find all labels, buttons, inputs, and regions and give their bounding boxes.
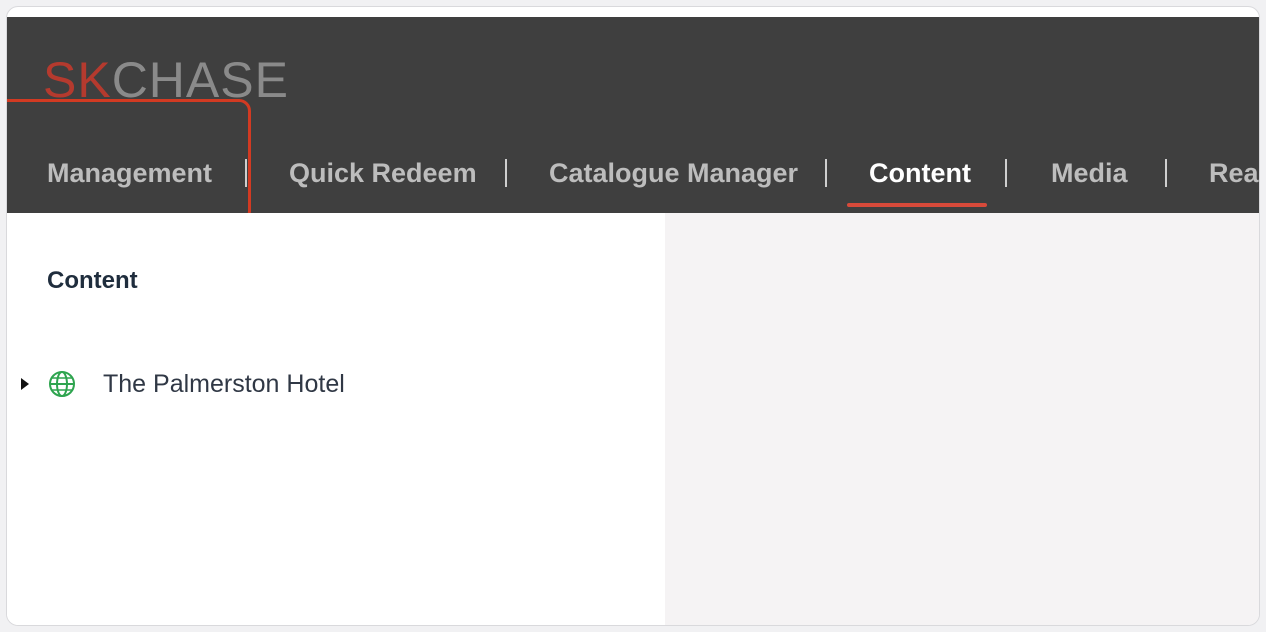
- active-tab-indicator: [847, 203, 987, 207]
- panel-title: Content: [47, 267, 138, 294]
- nav-item-real[interactable]: Real: [1209, 135, 1259, 211]
- app-window: SKCHASE Management Quick Redeem Catalogu…: [6, 6, 1260, 626]
- nav-item-media[interactable]: Media: [1051, 135, 1128, 211]
- nav-item-quick-redeem[interactable]: Quick Redeem: [289, 135, 477, 211]
- globe-icon: [49, 371, 75, 397]
- tree-node-label[interactable]: The Palmerston Hotel: [103, 370, 345, 399]
- nav-separator: [505, 159, 507, 187]
- nav-item-catalogue-manager[interactable]: Catalogue Manager: [549, 135, 798, 211]
- nav-separator: [1165, 159, 1167, 187]
- content-tree-panel: Content The Palmerston Hotel: [7, 213, 665, 625]
- skchase-logo[interactable]: SKCHASE: [43, 55, 289, 105]
- expand-caret-icon[interactable]: [21, 378, 29, 390]
- nav-separator: [1005, 159, 1007, 187]
- content-editor-area: [665, 213, 1259, 625]
- nav-item-content[interactable]: Content: [869, 135, 971, 211]
- focus-highlight-box: [7, 99, 251, 223]
- tree-node-site[interactable]: The Palmerston Hotel: [21, 369, 345, 399]
- nav-separator: [825, 159, 827, 187]
